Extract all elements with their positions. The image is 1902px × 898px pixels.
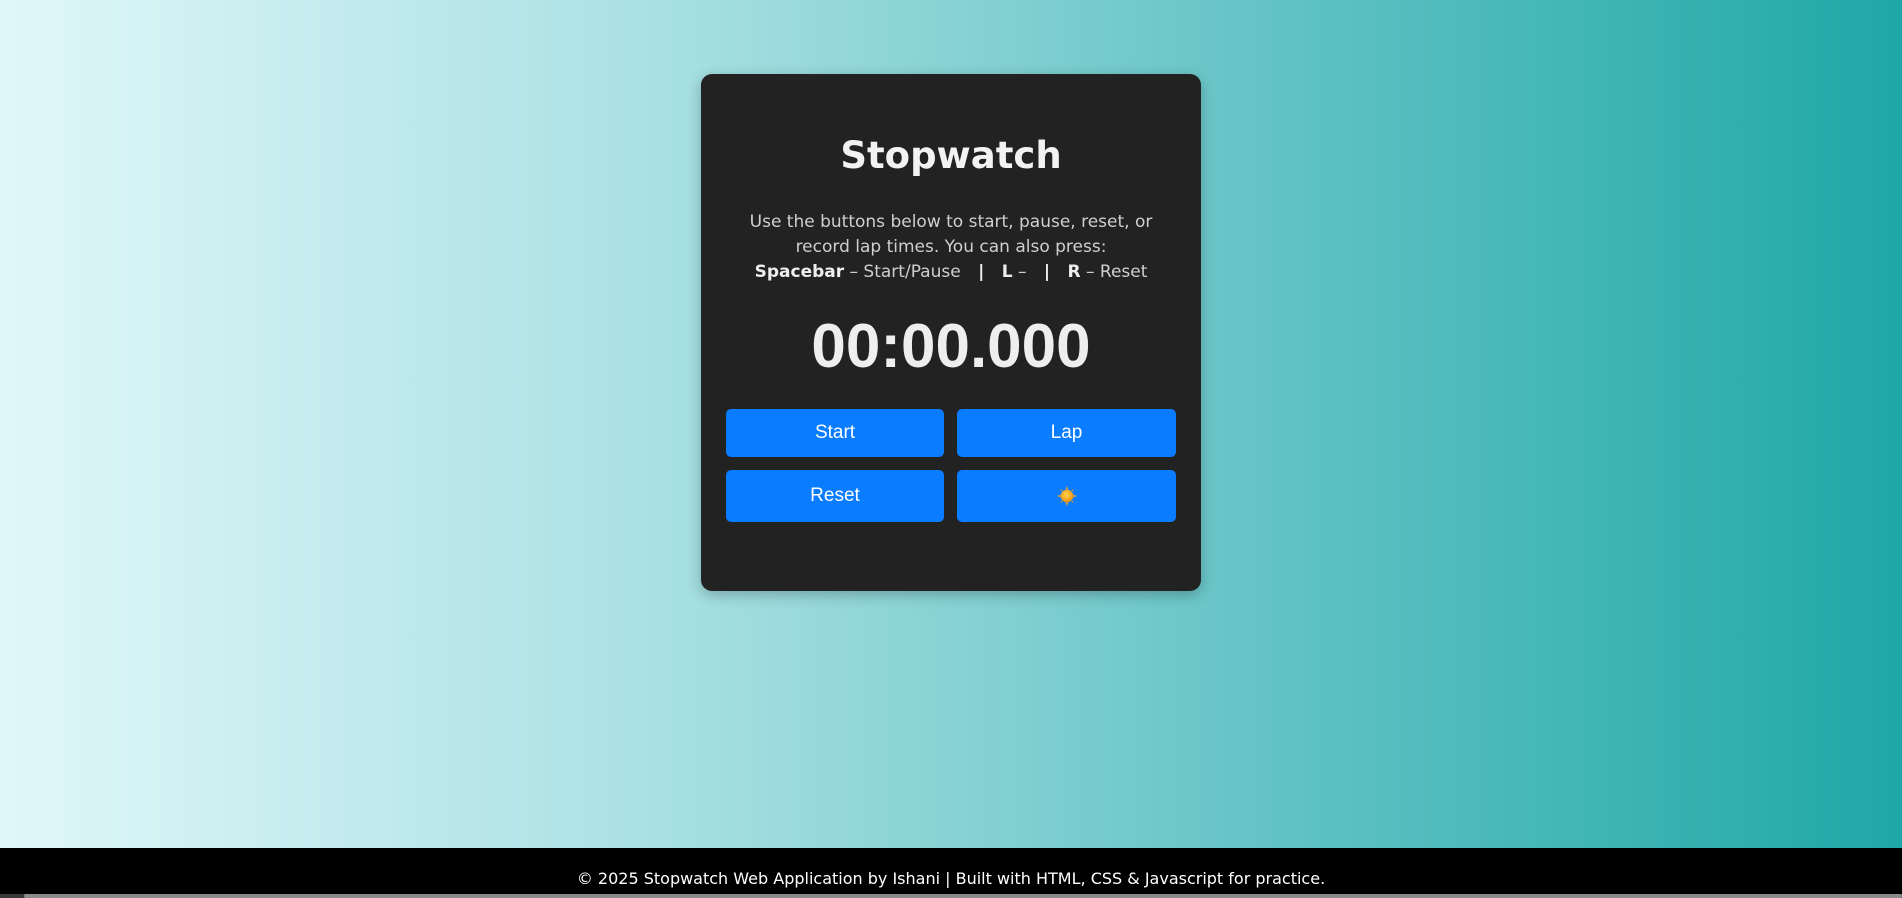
key-r-label: R [1067,262,1081,282]
instructions-text: Use the buttons below to start, pause, r… [731,210,1171,285]
separator: | [978,262,985,282]
footer-text: © 2025 Stopwatch Web Application by Isha… [576,869,1326,888]
timer-display: 00:00.000 [811,312,1091,381]
stopwatch-card: Stopwatch Use the buttons below to start… [701,74,1201,591]
horizontal-scrollbar[interactable] [0,894,1902,898]
key-spacebar-label: Spacebar [754,262,845,282]
key-spacebar-desc: – Start/Pause [844,262,961,282]
separator: | [1043,262,1051,282]
theme-toggle-button[interactable] [957,470,1176,522]
page-title: Stopwatch [840,134,1062,177]
start-button[interactable]: Start [726,409,944,457]
footer: © 2025 Stopwatch Web Application by Isha… [0,848,1902,898]
scrollbar-thumb[interactable] [24,894,1902,898]
sun-icon [1056,486,1077,506]
key-l-desc: – [1012,262,1027,282]
lap-button[interactable]: Lap [957,409,1176,457]
key-l-label: L [1001,262,1013,282]
instructions-intro: Use the buttons below to start, pause, r… [749,212,1153,257]
reset-button[interactable]: Reset [726,470,944,522]
key-r-desc: – Reset [1080,262,1148,282]
